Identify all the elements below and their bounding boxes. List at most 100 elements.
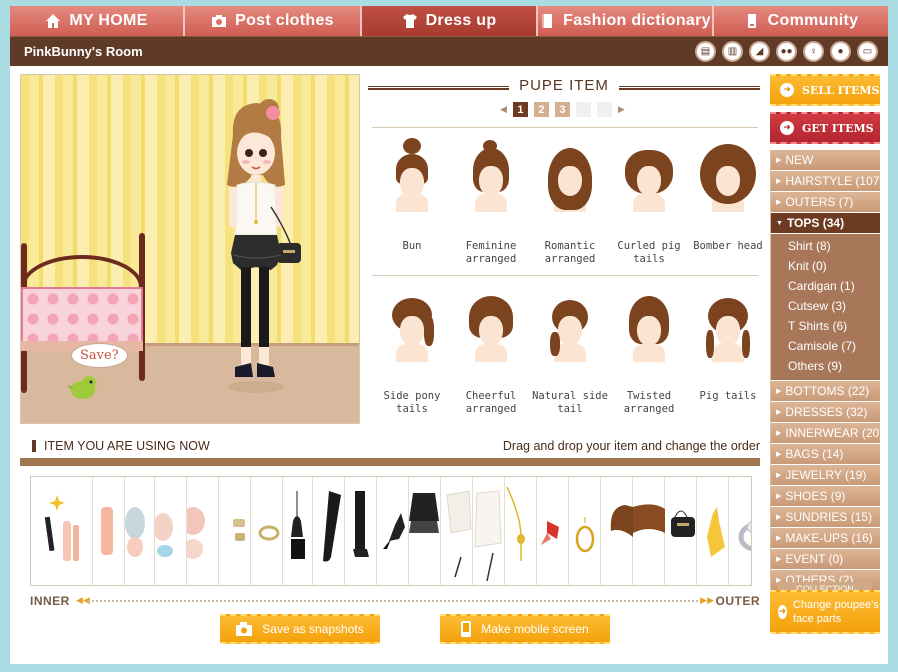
worn-item[interactable]: [601, 477, 633, 585]
category-tops[interactable]: ▼ TOPS (34): [771, 213, 880, 233]
main-panel: Save? PUPE ITEM ◀ 1 2 3 ▶ Bun Feminine a…: [10, 66, 888, 664]
worn-item[interactable]: [313, 477, 345, 585]
sell-items-button[interactable]: ➜ SELL ITEMS: [770, 74, 880, 106]
item-hairstyle[interactable]: Side pony tails: [373, 282, 451, 422]
save-bubble[interactable]: Save?: [71, 343, 128, 368]
category-shoes[interactable]: ▶ SHOES (9): [771, 486, 880, 506]
category-hairstyle[interactable]: ▶ HAIRSTYLE (107): [771, 171, 883, 191]
item-hairstyle[interactable]: Bun: [373, 132, 451, 272]
item-hairstyle[interactable]: Bomber head: [689, 132, 767, 272]
tab-dress-up[interactable]: Dress up: [362, 6, 538, 36]
tab-fashion-dictionary[interactable]: Fashion dictionary: [538, 6, 714, 36]
subcategory-camisole[interactable]: Camisole (7): [771, 336, 880, 356]
worn-item[interactable]: [569, 477, 601, 585]
category-outers[interactable]: ▶ OUTERS (7): [771, 192, 880, 212]
category-bags[interactable]: ▶ BAGS (14): [771, 444, 880, 464]
tab-post-clothes[interactable]: Post clothes: [185, 6, 362, 36]
worn-item[interactable]: [697, 477, 729, 585]
tab-community[interactable]: Community: [714, 6, 888, 36]
monitor-icon[interactable]: ▭: [857, 41, 878, 62]
category-make-ups[interactable]: ▶ MAKE-UPS (16): [771, 528, 880, 548]
category-innerwear[interactable]: ▶ INNERWEAR (20): [771, 423, 883, 443]
save-icon[interactable]: ▤: [695, 41, 716, 62]
triangle-right-icon: ▶: [776, 556, 782, 563]
worn-item[interactable]: [125, 477, 155, 585]
category-event[interactable]: ▶ EVENT (0): [771, 549, 880, 569]
worn-item[interactable]: [409, 477, 441, 585]
doll-avatar[interactable]: [211, 95, 301, 405]
tab-label: Dress up: [425, 12, 497, 29]
layer-order-indicator: INNER ◀◀ ▶▶ OUTER: [30, 594, 760, 608]
people-icon[interactable]: ●●: [776, 41, 797, 62]
item-hairstyle[interactable]: Feminine arranged: [452, 132, 530, 272]
worn-item[interactable]: [153, 477, 187, 585]
worn-item[interactable]: [633, 477, 665, 585]
worn-item[interactable]: [31, 477, 93, 585]
worn-item[interactable]: [181, 477, 219, 585]
hairstyle-name: Curled pig tails: [617, 240, 681, 265]
subcategory-cardigan[interactable]: Cardigan (1): [771, 276, 880, 296]
hairstyle-image: [619, 132, 679, 228]
book-icon[interactable]: ▥: [722, 41, 743, 62]
prev-page-icon[interactable]: ◀: [500, 104, 507, 115]
phone-icon: [461, 621, 472, 637]
item-hairstyle[interactable]: Curled pig tails: [610, 132, 688, 272]
triangle-right-icon: ▶: [776, 409, 782, 416]
make-mobile-screen-button[interactable]: Make mobile screen: [440, 614, 610, 644]
room-scene: Save?: [20, 74, 360, 424]
category-bottoms[interactable]: ▶ BOTTOMS (22): [771, 381, 880, 401]
item-hairstyle[interactable]: Romantic arranged: [531, 132, 609, 272]
triangle-right-icon: ▶: [776, 388, 782, 395]
subcategory-shirt[interactable]: Shirt (8): [771, 236, 880, 256]
tab-label: Fashion dictionary: [563, 12, 711, 29]
category-new[interactable]: ▶ NEW: [771, 150, 880, 170]
person-icon[interactable]: ♀: [803, 41, 824, 62]
phone-icon: [747, 14, 756, 28]
page-2[interactable]: 2: [533, 102, 549, 117]
shoe-icon[interactable]: ◢: [749, 41, 770, 62]
worn-item[interactable]: [729, 477, 751, 585]
page-3[interactable]: 3: [554, 102, 570, 117]
item-hairstyle[interactable]: Natural side tail: [531, 282, 609, 422]
room-tools: ▤ ▥ ◢ ●● ♀ ● ▭: [695, 41, 888, 62]
top-navigation: MY HOME Post clothes Dress up Fashion di…: [10, 6, 888, 36]
item-hairstyle[interactable]: Pig tails: [689, 282, 767, 422]
item-hairstyle[interactable]: Cheerful arranged: [452, 282, 530, 422]
worn-item[interactable]: [219, 477, 251, 585]
subcategory-others[interactable]: Others (9): [771, 356, 880, 376]
category-jewelry[interactable]: ▶ JEWELRY (19): [771, 465, 880, 485]
worn-item[interactable]: [345, 477, 377, 585]
worn-item[interactable]: [505, 477, 537, 585]
worn-item[interactable]: [93, 477, 125, 585]
category-sundries[interactable]: ▶ SUNDRIES (15): [771, 507, 880, 527]
worn-items-strip: [30, 476, 752, 586]
triangle-right-icon: ▶: [776, 199, 782, 206]
change-face-parts-button[interactable]: ➜ Change poupee's face parts: [770, 590, 880, 634]
worn-item[interactable]: [537, 477, 569, 585]
book-icon: [542, 14, 553, 28]
hairstyle-image: [461, 282, 521, 378]
worn-item[interactable]: [251, 477, 283, 585]
category-dresses[interactable]: ▶ DRESSES (32): [771, 402, 880, 422]
subcategory-tshirts[interactable]: T Shirts (6): [771, 316, 880, 336]
hairstyle-image: [698, 282, 758, 378]
worn-item[interactable]: [441, 477, 473, 585]
item-hairstyle[interactable]: Twisted arranged: [610, 282, 688, 422]
worn-item[interactable]: [473, 477, 505, 585]
category-sidebar: ➜ SELL ITEMS ➜ GET ITEMS ▶ NEW ▶ HAIRSTYLE…: [770, 74, 883, 664]
room-title: PinkBunny's Room: [24, 44, 143, 59]
tab-my-home[interactable]: MY HOME: [10, 6, 185, 36]
next-page-icon[interactable]: ▶: [618, 104, 625, 115]
hairstyle-name: Side pony tails: [383, 390, 441, 415]
page-1[interactable]: 1: [512, 102, 528, 117]
worn-item[interactable]: [665, 477, 697, 585]
chat-icon[interactable]: ●: [830, 41, 851, 62]
subcategory-knit[interactable]: Knit (0): [771, 256, 880, 276]
worn-item[interactable]: [377, 477, 409, 585]
get-items-button[interactable]: ➜ GET ITEMS: [770, 112, 880, 144]
worn-item[interactable]: [283, 477, 313, 585]
subcategory-cutsew[interactable]: Cutsew (3): [771, 296, 880, 316]
save-snapshot-button[interactable]: Save as snapshots: [220, 614, 380, 644]
tab-label: MY HOME: [69, 12, 148, 29]
hairstyle-image: [698, 132, 758, 228]
